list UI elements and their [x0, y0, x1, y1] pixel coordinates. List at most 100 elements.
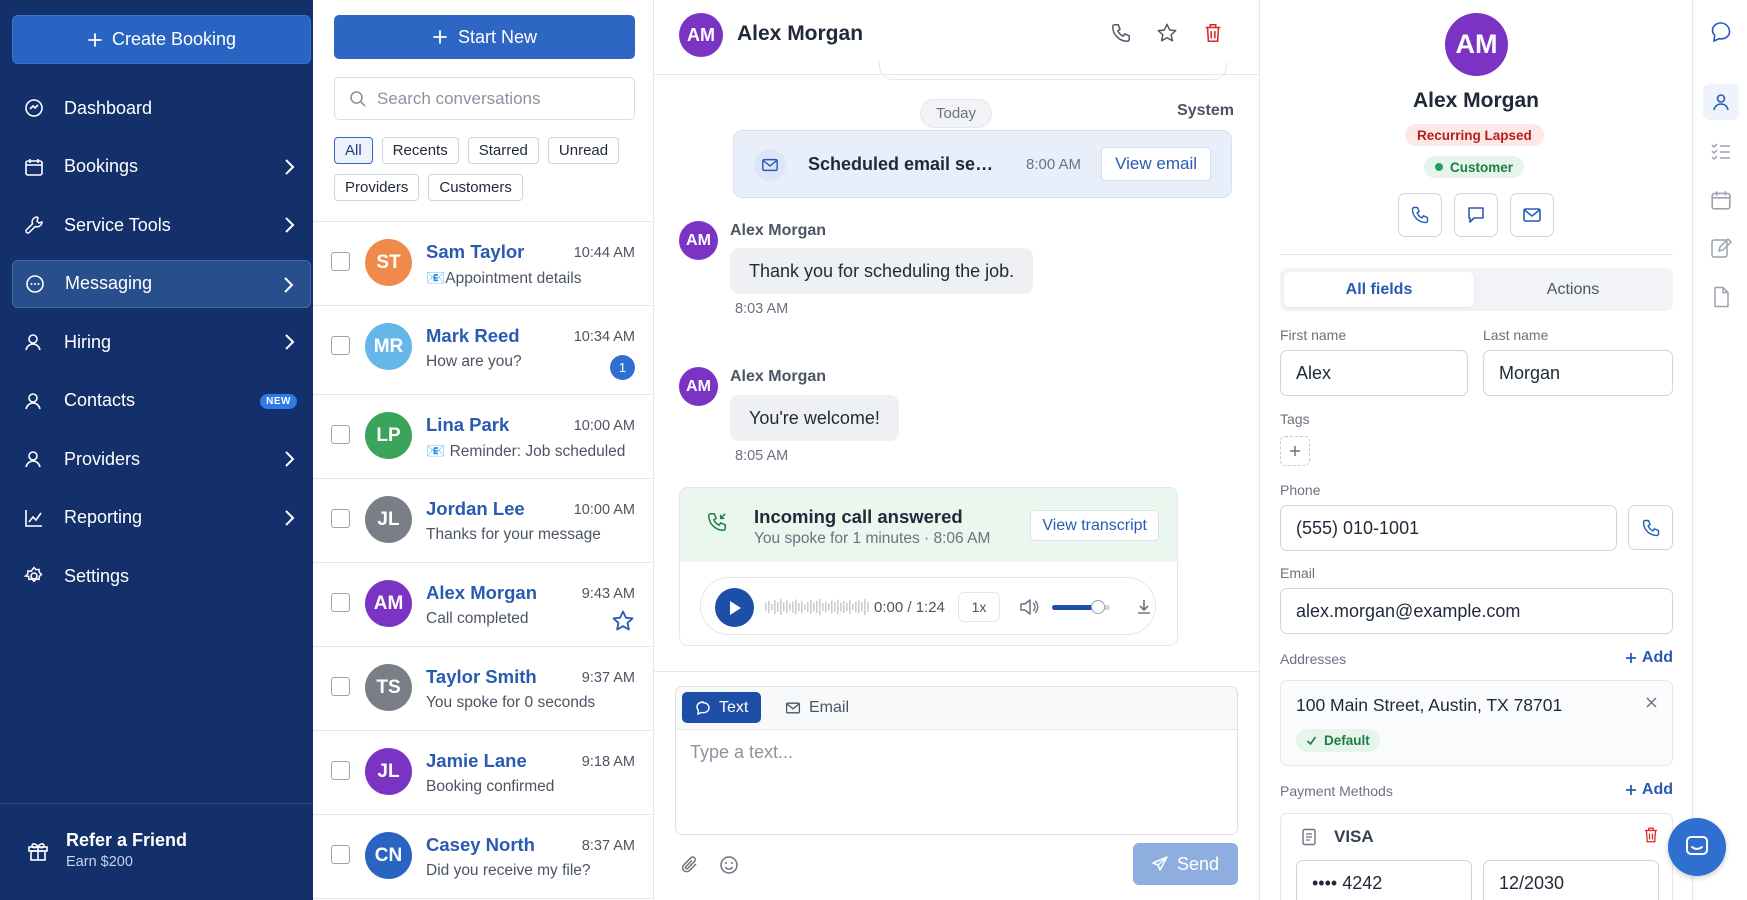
row-checkbox[interactable] [331, 845, 350, 864]
rail-notes-button[interactable] [1703, 230, 1739, 266]
view-transcript-button[interactable]: View transcript [1030, 510, 1159, 541]
card-number-field[interactable]: •••• 4242 [1296, 860, 1472, 900]
tab-text[interactable]: Text [682, 692, 762, 723]
conversation-row[interactable]: JL Jordan Lee 10:00 AM Thanks for your m… [313, 479, 653, 563]
sidebar-item-messaging[interactable]: Messaging [12, 259, 311, 308]
call-contact-button[interactable] [1398, 193, 1442, 237]
sidebar-item-bookings[interactable]: Bookings [12, 143, 311, 191]
message-time: 8:03 AM [735, 301, 789, 317]
row-checkbox[interactable] [331, 761, 350, 780]
rail-calendar-button[interactable] [1703, 182, 1739, 218]
timestamp: 10:00 AM [573, 502, 635, 518]
rail-chat-button[interactable] [1703, 14, 1739, 50]
download-icon[interactable] [1135, 598, 1153, 616]
filter-recents[interactable]: Recents [381, 137, 459, 164]
tab-actions[interactable]: Actions [1478, 272, 1668, 307]
email-contact-button[interactable] [1510, 193, 1554, 237]
conversation-row[interactable]: MR Mark Reed 10:34 AM How are you? 1 [313, 306, 653, 395]
email-field[interactable]: alex.morgan@example.com [1280, 588, 1673, 634]
avatar: JL [365, 496, 412, 543]
waveform-bar [828, 603, 830, 611]
emoji-icon[interactable] [719, 855, 739, 875]
filter-providers[interactable]: Providers [334, 174, 420, 201]
playback-speed-button[interactable]: 1x [958, 592, 1000, 622]
sidebar-nav: Dashboard Bookings Service Tools Messagi… [12, 84, 311, 611]
row-checkbox[interactable] [331, 336, 350, 355]
plus-icon [1290, 446, 1300, 456]
divider [1280, 254, 1673, 255]
trash-icon[interactable] [1202, 22, 1224, 44]
add-tag-button[interactable] [1280, 436, 1310, 466]
conversation-row[interactable]: JL Jamie Lane 9:18 AM Booking confirmed [313, 731, 653, 815]
sidebar-item-providers[interactable]: Providers [12, 435, 311, 483]
star-icon[interactable] [1156, 22, 1178, 44]
rail-documents-button[interactable] [1703, 279, 1739, 315]
filter-customers[interactable]: Customers [428, 174, 523, 201]
view-email-button[interactable]: View email [1101, 147, 1211, 181]
play-button[interactable] [715, 588, 754, 627]
volume-icon[interactable] [1019, 598, 1039, 616]
message-preview: 📧Appointment details [426, 270, 582, 287]
mail-icon [785, 702, 801, 713]
phone-field[interactable]: (555) 010-1001 [1280, 505, 1617, 551]
phone-icon[interactable] [1110, 22, 1132, 44]
row-checkbox[interactable] [331, 509, 350, 528]
tab-all-fields[interactable]: All fields [1284, 272, 1474, 307]
volume-slider[interactable] [1052, 600, 1110, 614]
status-badge: Recurring Lapsed [1405, 124, 1544, 146]
row-checkbox[interactable] [331, 677, 350, 696]
call-subtitle: You spoke for 1 minutes · 8:06 AM [754, 530, 991, 547]
trash-icon[interactable] [1642, 826, 1660, 844]
first-name-field[interactable]: Alex [1280, 350, 1468, 396]
start-new-button[interactable]: Start New [334, 15, 635, 59]
volume-knob[interactable] [1091, 600, 1106, 614]
sidebar-item-dashboard[interactable]: Dashboard [12, 84, 311, 132]
row-checkbox[interactable] [331, 593, 350, 612]
conversation-row[interactable]: LP Lina Park 10:00 AM 📧 Reminder: Job sc… [313, 395, 653, 479]
waveform-bar [834, 602, 836, 612]
add-payment-button[interactable]: Add [1625, 781, 1673, 799]
create-booking-button[interactable]: Create Booking [12, 15, 311, 64]
star-icon[interactable] [611, 609, 635, 633]
edit-icon [1711, 237, 1732, 258]
paperclip-icon[interactable] [680, 855, 700, 875]
conversation-row[interactable]: AM Alex Morgan 9:43 AM Call completed [313, 563, 653, 647]
sidebar-item-service-tools[interactable]: Service Tools [12, 201, 311, 249]
rail-contact-button[interactable] [1703, 84, 1739, 120]
email-label: Email [1280, 565, 1316, 581]
sidebar-item-reporting[interactable]: Reporting [12, 494, 311, 542]
filter-all[interactable]: All [334, 137, 373, 164]
waveform-bar [846, 603, 848, 611]
add-address-button[interactable]: Add [1625, 649, 1673, 667]
message-input[interactable] [690, 742, 1220, 822]
row-checkbox[interactable] [331, 425, 350, 444]
filter-unread[interactable]: Unread [547, 137, 620, 164]
phone-incoming-icon [708, 513, 726, 531]
message-contact-button[interactable] [1454, 193, 1498, 237]
search-input[interactable] [377, 88, 617, 109]
last-name-field[interactable]: Morgan [1483, 350, 1673, 396]
conversation-row[interactable]: CN Casey North 8:37 AM Did you receive m… [313, 815, 653, 899]
contacts-icon [25, 392, 41, 409]
filter-starred[interactable]: Starred [467, 137, 539, 164]
conversation-row[interactable]: ST Sam Taylor 10:44 AM 📧Appointment deta… [313, 222, 653, 306]
sidebar-item-settings[interactable]: Settings [12, 552, 311, 600]
audio-player: 0:00 / 1:24 1x [700, 577, 1156, 635]
status-dot [1435, 163, 1443, 171]
call-phone-button[interactable] [1628, 505, 1673, 550]
conversation-row[interactable]: TS Taylor Smith 9:37 AM You spoke for 0 … [313, 647, 653, 731]
refer-a-friend[interactable]: Refer a Friend Earn $200 [26, 830, 187, 870]
sidebar-item-hiring[interactable]: Hiring [12, 318, 311, 366]
help-chat-button[interactable] [1668, 818, 1726, 876]
close-icon[interactable] [1645, 696, 1658, 709]
playback-time: 0:00 / 1:24 [874, 599, 945, 616]
row-checkbox[interactable] [331, 252, 350, 271]
avatar: LP [365, 412, 412, 459]
send-button[interactable]: Send [1133, 843, 1238, 885]
audio-waveform[interactable] [765, 596, 870, 618]
previous-message-edge [879, 62, 1227, 80]
card-expiry-field[interactable]: 12/2030 [1483, 860, 1659, 900]
rail-tasks-button[interactable] [1703, 133, 1739, 169]
tab-email[interactable]: Email [772, 692, 862, 723]
sidebar-item-contacts[interactable]: Contacts NEW [12, 377, 311, 425]
